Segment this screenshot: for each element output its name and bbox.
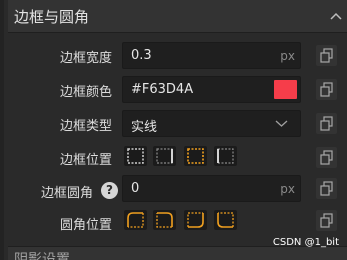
border-left-icon [217,148,234,164]
copy-position-button[interactable] [316,147,337,168]
border-position-label: 边框位置 [59,153,112,168]
properties-panel: 边框与圆角 边框宽度 0.3 px 边框颜色 #F63D4A 边框类型 实线 边… [0,0,347,260]
next-section-title: 阴影设置 [14,252,70,260]
border-position-all[interactable] [124,146,147,166]
border-all-icon [127,148,144,164]
border-width-value: 0.3 [131,48,152,63]
copy-radius-button[interactable] [316,178,337,199]
border-width-unit: px [280,49,295,63]
corner-top-left[interactable] [124,210,147,230]
section-header[interactable]: 边框与圆角 [8,0,347,33]
copy-icon [320,116,333,131]
copy-icon [320,82,333,97]
corner-top-right[interactable] [153,210,176,230]
corner-bottom-left[interactable] [214,210,237,230]
border-radius-unit: px [280,182,295,196]
border-position-right[interactable] [153,146,176,166]
border-color-value: #F63D4A [131,82,194,97]
copy-icon [320,181,333,196]
chevron-up-icon[interactable] [329,10,343,24]
border-position-left[interactable] [214,146,237,166]
next-section-header[interactable]: 阴影设置 [8,246,347,260]
border-type-label: 边框类型 [59,119,112,134]
border-radius-input[interactable]: 0 px [122,175,301,202]
border-color-input[interactable]: #F63D4A [122,76,301,103]
border-type-select[interactable]: 实线 [122,110,301,137]
help-icon[interactable]: ? [101,182,118,199]
copy-icon [320,150,333,165]
chevron-down-icon [275,120,288,127]
border-width-input[interactable]: 0.3 px [122,42,301,69]
copy-corner-button[interactable] [316,210,337,231]
copy-type-button[interactable] [316,113,337,134]
corner-bottom-right-icon [187,212,204,228]
copy-icon [320,48,333,63]
copy-icon [320,213,333,228]
border-color-label: 边框颜色 [59,85,112,100]
color-swatch[interactable] [274,80,297,99]
border-top-bottom-icon [187,148,204,164]
corner-bottom-left-icon [217,212,234,228]
border-radius-label: 边框圆角 [40,186,93,201]
section-title: 边框与圆角 [14,8,90,26]
border-radius-value: 0 [131,181,140,196]
border-right-icon [156,148,173,164]
border-position-top-bottom[interactable] [184,146,207,166]
border-type-value: 实线 [131,120,158,135]
corner-bottom-right[interactable] [184,210,207,230]
corner-top-left-icon [127,212,144,228]
copy-width-button[interactable] [316,45,337,66]
copy-color-button[interactable] [316,79,337,100]
watermark: CSDN @1_bit [272,237,339,248]
corner-top-right-icon [156,212,173,228]
corner-position-label: 圆角位置 [59,218,112,233]
border-width-label: 边框宽度 [59,51,112,66]
